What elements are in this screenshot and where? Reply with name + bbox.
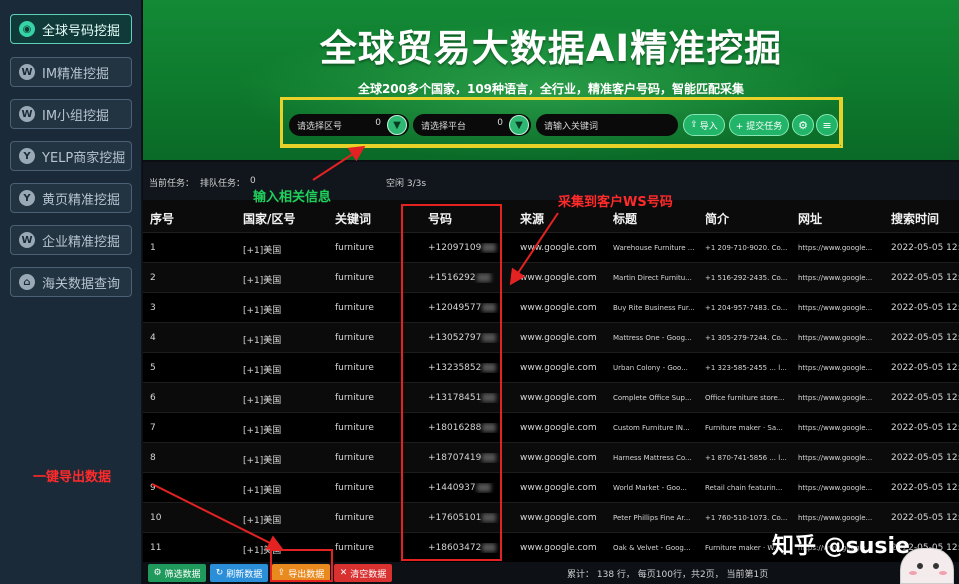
zhihu-watermark: 知乎 @susie bbox=[772, 534, 910, 559]
export-button-highlight-box bbox=[270, 549, 333, 582]
phone-column-highlight-box bbox=[401, 204, 502, 561]
export-hint-text: 一键导出数据 bbox=[33, 470, 112, 485]
collect-hint-arrow bbox=[509, 212, 559, 286]
input-hint-arrow bbox=[312, 145, 366, 181]
mascot-image bbox=[900, 548, 954, 584]
input-hint-text: 输入相关信息 bbox=[253, 190, 332, 205]
collect-hint-text: 采集到客户WS号码 bbox=[558, 195, 673, 210]
export-hint-arrow bbox=[151, 483, 284, 550]
